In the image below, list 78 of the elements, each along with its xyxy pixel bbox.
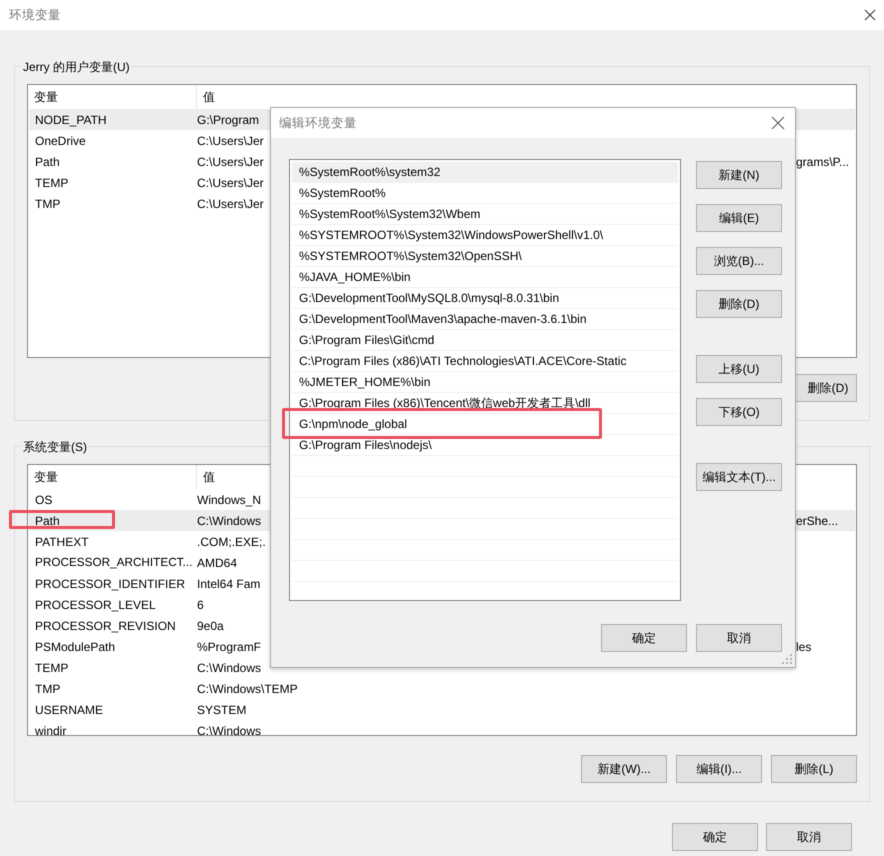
list-item[interactable]: %SYSTEMROOT%\System32\WindowsPowerShell\v1.0\ [292, 225, 678, 246]
table-row[interactable]: USERNAME SYSTEM [29, 699, 855, 720]
variable-value: G:\Program [197, 112, 260, 126]
variable-value: C:\Users\Jer [197, 134, 264, 148]
variable-value: .COM;.EXE;. [197, 534, 266, 548]
button[interactable]: 新建(W)... [581, 755, 667, 783]
variable-value: SYSTEM [197, 702, 246, 716]
variable-value: grams\P... [796, 154, 850, 168]
group-title: Jerry 的用户变量(U) [21, 58, 132, 76]
table-row[interactable]: windir C:\Windows [29, 720, 855, 735]
resize-grip-icon[interactable] [782, 654, 792, 664]
list-item[interactable]: G:\DevelopmentTool\Maven3\apache-maven-3.6.1\bin [292, 309, 678, 330]
list-item[interactable]: G:\DevelopmentTool\MySQL8.0\mysql-8.0.31\bin [292, 288, 678, 309]
variable-name: PROCESSOR_REVISION [35, 618, 176, 632]
list-item[interactable]: %SystemRoot% [292, 183, 678, 204]
variable-name: OneDrive [35, 134, 86, 148]
variable-name: PSModulePath [35, 640, 116, 654]
column-header[interactable]: 变量 [28, 465, 196, 489]
variable-name: PROCESSOR_LEVEL [35, 598, 156, 612]
variable-name: OS [35, 492, 52, 506]
list-item[interactable]: %SYSTEMROOT%\System32\OpenSSH\ [292, 246, 678, 267]
variable-value: %ProgramF [197, 640, 262, 654]
variable-name: Path [35, 514, 60, 528]
button[interactable]: 编辑文本(T)... [696, 463, 782, 491]
button[interactable]: 确定 [601, 624, 687, 652]
variable-value: C:\Windows\TEMP [197, 682, 298, 696]
button[interactable]: 取消 [696, 624, 782, 652]
column-header[interactable]: 变量 [28, 85, 196, 109]
column-header[interactable]: 值 [197, 85, 856, 109]
list-item[interactable]: %JMETER_HOME%\bin [292, 372, 678, 393]
variable-value: C:\Windows [197, 660, 262, 674]
variable-value: Intel64 Fam [197, 576, 260, 590]
button[interactable]: 删除(D) [696, 290, 782, 318]
variable-name: Path [35, 154, 60, 168]
list-item[interactable]: %JAVA_HOME%\bin [292, 267, 678, 288]
button[interactable]: 删除(L) [771, 755, 857, 783]
variable-value: les [796, 640, 812, 654]
button[interactable]: 确定 [672, 823, 758, 851]
variable-name: windir [35, 724, 66, 735]
button[interactable]: 下移(O) [696, 398, 782, 426]
variable-name: TEMP [35, 176, 68, 190]
button[interactable]: 上移(U) [696, 355, 782, 383]
close-icon[interactable] [864, 9, 876, 21]
variable-value: C:\Users\Jer [197, 154, 264, 168]
variable-name: PROCESSOR_ARCHITECT... [35, 556, 192, 570]
variable-value: C:\Users\Jer [197, 176, 264, 190]
button[interactable]: 新建(N) [696, 161, 782, 189]
button[interactable]: 浏览(B)... [696, 247, 782, 275]
close-icon[interactable] [771, 116, 785, 130]
variable-value: Windows_N [197, 492, 262, 506]
dialog-title: 编辑环境变量 [279, 114, 357, 132]
list-item[interactable]: G:\Program Files\Git\cmd [292, 330, 678, 351]
variable-name: PROCESSOR_IDENTIFIER [35, 576, 186, 590]
group-title: 系统变量(S) [21, 438, 89, 456]
variable-value: C:\Windows [197, 514, 262, 528]
variable-value: erShe... [796, 514, 838, 528]
variable-name: TEMP [35, 660, 68, 674]
variable-value: 6 [197, 598, 204, 612]
button[interactable]: 取消 [766, 823, 852, 851]
variable-value: C:\Users\Jer [197, 196, 264, 210]
variable-name: TMP [35, 682, 60, 696]
list-item[interactable]: C:\Program Files (x86)\ATI Technologies\ATI.ACE\Core-Static [292, 351, 678, 372]
variable-name: NODE_PATH [35, 112, 107, 126]
variable-name: TMP [35, 196, 60, 210]
list-item[interactable]: G:\Program Files (x86)\Tencent\微信web开发者工具\dll [292, 393, 678, 414]
list-item[interactable]: %SystemRoot%\System32\Wbem [292, 204, 678, 225]
window-title: 环境变量 [9, 6, 61, 24]
table-row[interactable]: TMP C:\Windows\TEMP [29, 678, 855, 699]
list-item[interactable]: G:\Program Files\nodejs\ [292, 435, 678, 456]
button[interactable]: 编辑(I)... [676, 755, 762, 783]
variable-value: C:\Windows [197, 724, 262, 735]
list-item[interactable]: %SystemRoot%\system32 [292, 162, 678, 183]
variable-name: PATHEXT [35, 534, 89, 548]
list-item[interactable]: G:\npm\node_global [292, 414, 678, 435]
variable-name: USERNAME [35, 702, 104, 716]
variable-value: 9e0a [197, 618, 224, 632]
variable-value: AMD64 [197, 556, 238, 570]
button[interactable]: 编辑(E) [696, 204, 782, 232]
